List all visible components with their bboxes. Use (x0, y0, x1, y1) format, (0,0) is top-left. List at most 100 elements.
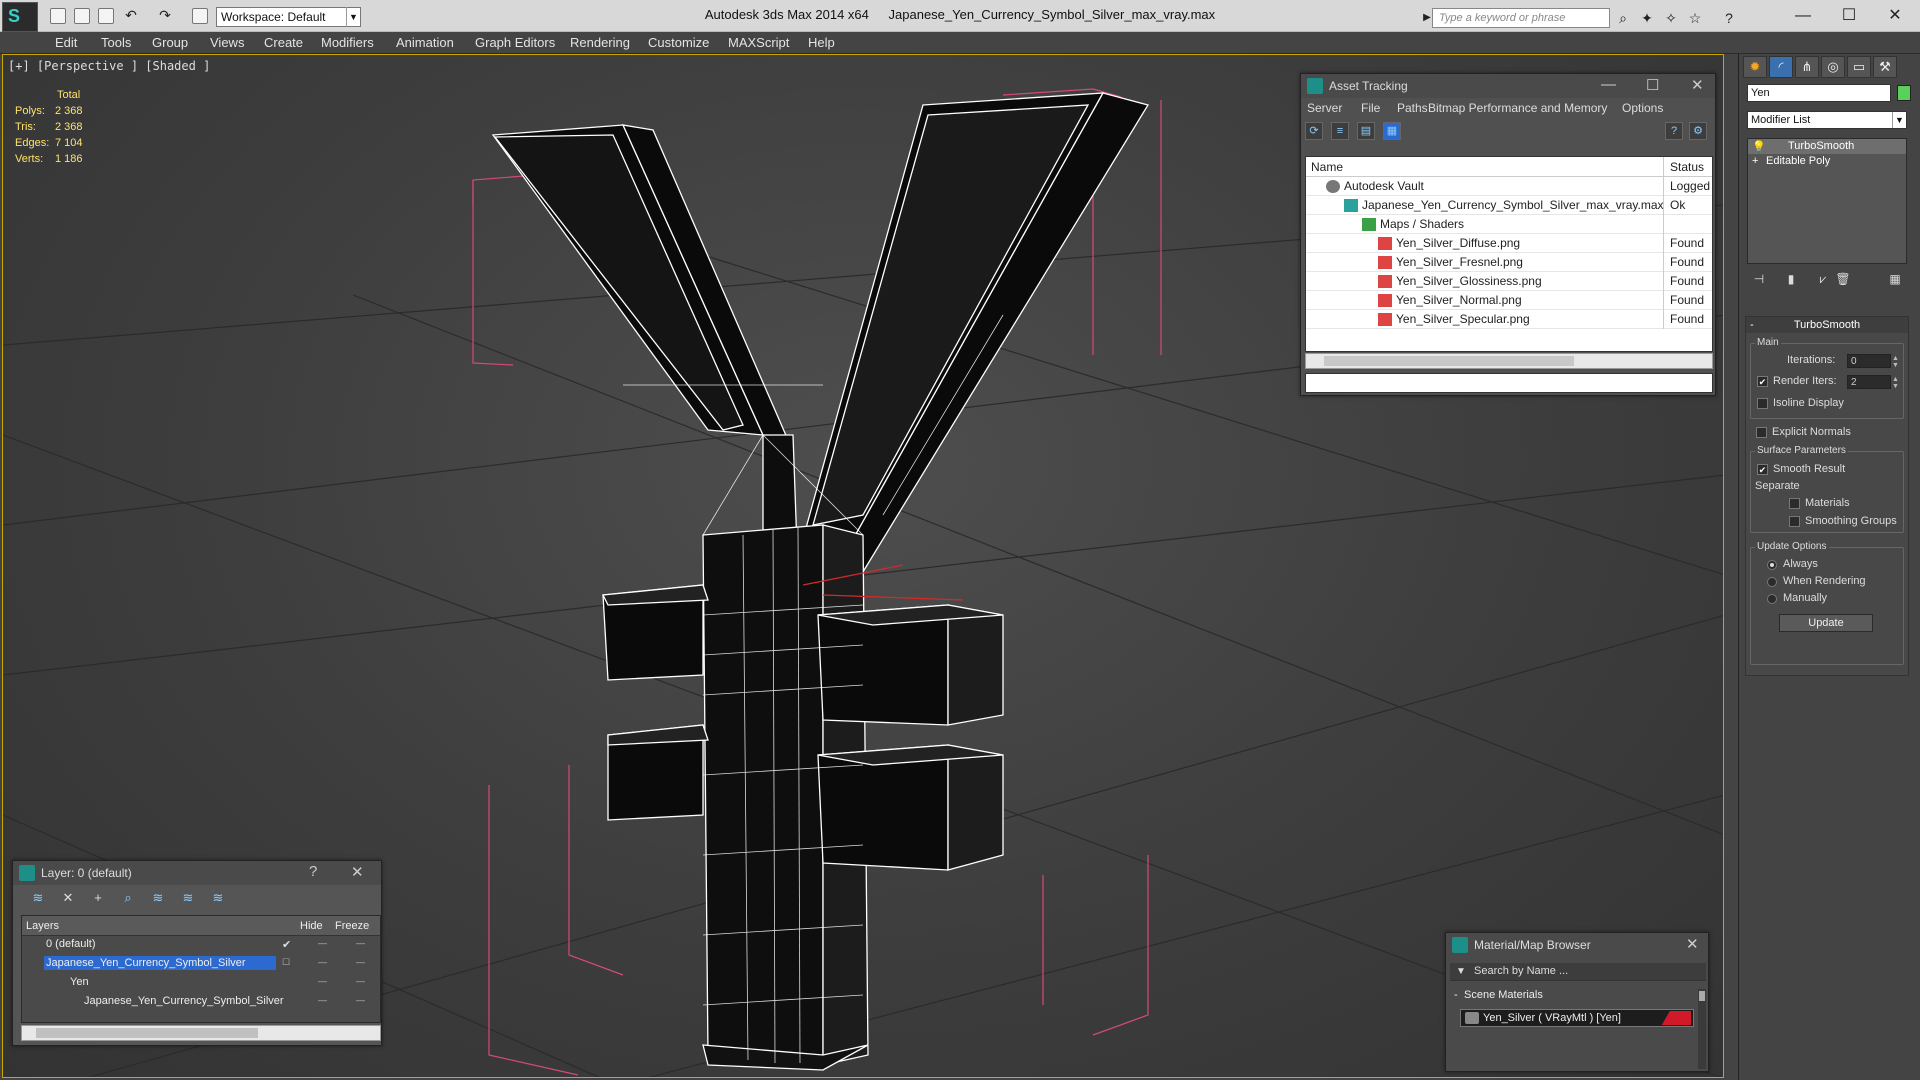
menu-animation[interactable]: Animation (396, 35, 454, 50)
update-button[interactable]: Update (1779, 614, 1873, 632)
binoculars-icon[interactable]: ⌕ (1614, 10, 1632, 26)
show-end-result-icon[interactable]: ▮ (1783, 272, 1799, 288)
modify-tab-icon[interactable]: ◜ (1769, 56, 1793, 78)
when-rendering-radio[interactable] (1767, 577, 1777, 587)
explicit-normals-checkbox[interactable] (1756, 427, 1767, 438)
hide-toggle[interactable]: — (318, 976, 327, 986)
menu-modifiers[interactable]: Modifiers (321, 35, 374, 50)
table-view-icon[interactable]: ▤ (1357, 122, 1375, 140)
scene-materials-group[interactable]: - Scene Materials (1450, 989, 1698, 1005)
column-hide[interactable]: Hide (300, 920, 323, 932)
refresh-icon[interactable]: ⟳ (1305, 122, 1323, 140)
add-to-layer-icon[interactable]: + (89, 890, 107, 908)
browser-options-icon[interactable]: ▼ (1456, 966, 1466, 977)
light-bulb-icon[interactable]: 💡 (1752, 140, 1766, 153)
search-input[interactable]: Type a keyword or phrase (1432, 8, 1610, 28)
layer-row[interactable]: Yen — — (22, 974, 380, 993)
stack-item-turbosmooth[interactable]: 💡 TurboSmooth (1748, 139, 1906, 154)
close-icon[interactable]: ✕ (1691, 76, 1704, 94)
scrollbar-thumb[interactable] (1324, 356, 1574, 366)
modifier-list-dropdown[interactable]: Modifier List ▼ (1747, 111, 1907, 129)
column-name[interactable]: Name (1311, 160, 1343, 174)
material-item[interactable]: Yen_Silver ( VRayMtl ) [Yen] (1460, 1009, 1694, 1027)
configure-modifier-sets-icon[interactable]: ▦ (1887, 272, 1903, 288)
menu-edit[interactable]: Edit (55, 35, 77, 50)
object-name-field[interactable]: Yen (1747, 84, 1891, 102)
motion-tab-icon[interactable]: ◎ (1821, 56, 1845, 78)
freeze-toggle[interactable]: — (356, 938, 365, 948)
hierarchy-tab-icon[interactable]: ⋔ (1795, 56, 1819, 78)
freeze-toggle[interactable]: — (356, 957, 365, 967)
asset-row[interactable]: Yen_Silver_Glossiness.png Found (1306, 272, 1712, 291)
maximize-button[interactable]: ☐ (1826, 4, 1872, 28)
render-iters-spinner[interactable]: 2 ▲ ▼ (1847, 375, 1899, 390)
freeze-toggle[interactable]: — (356, 976, 365, 986)
column-freeze[interactable]: Freeze (335, 920, 369, 932)
column-layers[interactable]: Layers (26, 920, 59, 932)
pin-stack-icon[interactable]: ⊣ (1751, 272, 1767, 288)
menu-group[interactable]: Group (152, 35, 188, 50)
layer-horizontal-scrollbar[interactable] (21, 1025, 381, 1041)
current-layer-check-icon[interactable]: ✔ (282, 938, 291, 951)
delete-layer-icon[interactable]: ✕ (59, 890, 77, 908)
select-layer-icon[interactable]: ≋ (149, 890, 167, 908)
menu-customize[interactable]: Customize (648, 35, 709, 50)
material-browser-titlebar[interactable]: Material/Map Browser ✕ (1446, 933, 1708, 957)
asset-row[interactable]: Autodesk Vault Logged Out (1306, 177, 1713, 196)
current-layer-toggle[interactable]: ☐ (282, 957, 290, 968)
scrollbar-thumb[interactable] (1699, 991, 1705, 1001)
hide-unhide-all-icon[interactable]: ≋ (209, 890, 227, 908)
asset-row[interactable]: Maps / Shaders (1306, 215, 1712, 234)
render-iters-checkbox[interactable]: ✔ (1757, 376, 1768, 387)
help-icon[interactable]: ? (1665, 122, 1683, 140)
minimize-icon[interactable]: — (1601, 76, 1616, 93)
display-tab-icon[interactable]: ▭ (1847, 56, 1871, 78)
iterations-spinner[interactable]: 0 ▲ ▼ (1847, 354, 1899, 369)
asset-row[interactable]: Yen_Silver_Specular.png Found (1306, 310, 1712, 329)
hide-toggle[interactable]: — (318, 957, 327, 967)
viewport-label[interactable]: [+] [Perspective ] [Shaded ] (8, 59, 210, 73)
menu-create[interactable]: Create (264, 35, 303, 50)
grid-view-icon[interactable]: ▦ (1383, 122, 1401, 140)
collapse-icon[interactable]: - (1750, 317, 1754, 333)
always-radio[interactable] (1767, 560, 1777, 570)
hide-toggle[interactable]: — (318, 938, 327, 948)
asset-row[interactable]: Yen_Silver_Diffuse.png Found (1306, 234, 1712, 253)
hide-toggle[interactable]: — (318, 995, 327, 1005)
help-icon[interactable]: ? (309, 863, 317, 880)
manually-radio[interactable] (1767, 594, 1777, 604)
stack-item-editable-poly[interactable]: + Editable Poly (1748, 154, 1906, 169)
layer-row[interactable]: Japanese_Yen_Currency_Symbol_Silver — — (22, 993, 380, 1012)
asset-menu-bitmap-performance[interactable]: Bitmap Performance and Memory (1428, 101, 1607, 115)
list-view-icon[interactable]: ≡ (1331, 122, 1349, 140)
layer-window-titlebar[interactable]: Layer: 0 (default) ? ✕ (13, 861, 381, 885)
asset-horizontal-scrollbar[interactable] (1305, 353, 1713, 369)
favorites-star-icon[interactable]: ☆ (1686, 10, 1704, 26)
menu-views[interactable]: Views (210, 35, 244, 50)
asset-row[interactable]: Yen_Silver_Fresnel.png Found (1306, 253, 1712, 272)
expand-plus-icon[interactable]: + (1752, 155, 1758, 167)
isoline-display-checkbox[interactable] (1757, 398, 1768, 409)
chevron-down-icon[interactable]: ▼ (1892, 112, 1906, 128)
layer-row[interactable]: 0 (default) ✔ — — (22, 936, 380, 955)
close-icon[interactable]: ✕ (351, 863, 364, 881)
create-layer-icon[interactable]: ≋ (29, 890, 47, 908)
select-objects-icon[interactable]: ⌕ (119, 890, 137, 908)
asset-menu-paths[interactable]: Paths (1397, 101, 1428, 115)
menu-rendering[interactable]: Rendering (570, 35, 630, 50)
close-button[interactable]: ✕ (1872, 4, 1918, 28)
menu-maxscript[interactable]: MAXScript (728, 35, 789, 50)
asset-menu-file[interactable]: File (1361, 101, 1380, 115)
utilities-tab-icon[interactable]: ⚒ (1873, 56, 1897, 78)
menu-help[interactable]: Help (808, 35, 835, 50)
communication-center-icon[interactable]: ✧ (1662, 10, 1680, 26)
create-tab-icon[interactable]: ✹ (1743, 56, 1767, 78)
spinner-arrows-icon[interactable]: ▲ ▼ (1892, 376, 1901, 390)
help-icon[interactable]: ? (1720, 10, 1738, 26)
scrollbar-thumb[interactable] (36, 1028, 258, 1038)
separate-smoothing-groups-checkbox[interactable] (1789, 516, 1800, 527)
minimize-button[interactable]: — (1780, 4, 1826, 28)
menu-tools[interactable]: Tools (101, 35, 131, 50)
rollout-header[interactable]: - TurboSmooth (1746, 317, 1908, 333)
menu-graph-editors[interactable]: Graph Editors (475, 35, 555, 50)
